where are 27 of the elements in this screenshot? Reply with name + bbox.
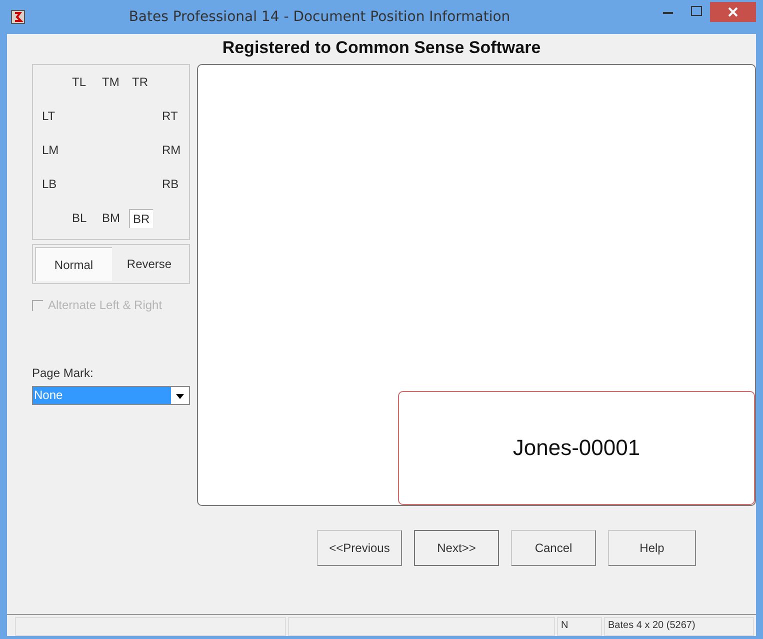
position-option[interactable]: TM: [99, 73, 122, 91]
dialog-button[interactable]: <<Previous: [317, 530, 402, 566]
stamp-text: Jones-00001: [512, 435, 640, 461]
checkbox-label: Alternate Left & Right: [48, 298, 162, 312]
position-option[interactable]: TR: [129, 73, 151, 91]
app-icon: [11, 10, 25, 24]
page-mark-label: Page Mark:: [32, 366, 94, 380]
position-option[interactable]: RM: [159, 141, 184, 159]
dialog-button[interactable]: Help: [608, 530, 696, 566]
dialog-button[interactable]: Cancel: [511, 530, 596, 566]
position-option[interactable]: BR: [129, 209, 153, 228]
window-title: Bates Professional 14 - Document Position Information: [128, 9, 512, 25]
position-option[interactable]: TL: [69, 73, 90, 91]
close-icon[interactable]: [710, 2, 756, 22]
position-option[interactable]: RB: [159, 175, 182, 193]
position-option[interactable]: BM: [99, 209, 123, 227]
position-option[interactable]: LM: [39, 141, 62, 159]
position-option[interactable]: LB: [39, 175, 60, 193]
status-text: Bates 4 x 20 (5267): [604, 617, 754, 636]
registration-heading: Registered to Common Sense Software: [221, 37, 542, 59]
position-option[interactable]: RT: [159, 107, 181, 125]
status-text: N: [557, 617, 602, 636]
dialog-button[interactable]: Next>>: [414, 530, 499, 566]
order-toggle[interactable]: Normal: [35, 247, 112, 281]
order-toggle[interactable]: Reverse: [112, 247, 187, 281]
position-option[interactable]: BL: [69, 209, 90, 227]
position-option[interactable]: LT: [39, 107, 58, 125]
